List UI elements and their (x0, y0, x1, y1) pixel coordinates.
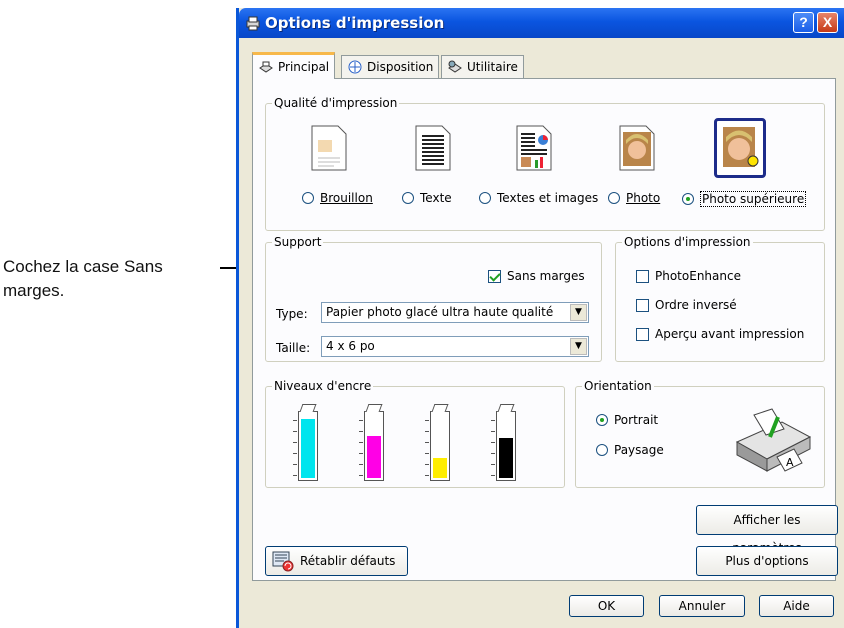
draft-label: Brouillon (320, 191, 373, 205)
landscape-label: Paysage (614, 443, 664, 457)
help-button[interactable]: Aide (759, 595, 834, 617)
ok-button[interactable]: OK (569, 595, 644, 617)
quality-option-text[interactable]: Texte (402, 191, 452, 205)
text-radio[interactable] (402, 192, 414, 204)
more-options-button[interactable]: Plus d'options (696, 546, 838, 576)
borderless-label: Sans marges (507, 269, 585, 283)
photo-radio[interactable] (608, 192, 620, 204)
orientation-group: Orientation Portrait Paysage A (575, 379, 825, 488)
reset-defaults-button[interactable]: Rétablir défauts (265, 546, 408, 576)
print-options-group: Options d'impression PhotoEnhance Ordre … (615, 235, 825, 362)
cancel-button[interactable]: Annuler (659, 595, 745, 617)
tab-label: Principal (278, 60, 330, 74)
type-label: Type: (276, 307, 308, 321)
portrait-option[interactable]: Portrait (596, 413, 658, 427)
print-preview-label: Aperçu avant impression (655, 327, 805, 341)
reverse-order-label: Ordre inversé (655, 298, 737, 312)
utility-tab-icon (448, 60, 462, 73)
reverse-order-checkbox[interactable] (636, 298, 649, 312)
print-options-dialog: Options d'impression ? X Principal Dispo… (236, 8, 844, 628)
print-preview-checkbox[interactable] (636, 327, 649, 341)
tab-utilitaire[interactable]: Utilitaire (441, 55, 524, 78)
landscape-option[interactable]: Paysage (596, 443, 664, 457)
text-quality-icon (415, 125, 451, 171)
support-group: Support Sans marges Type: Papier photo g… (265, 235, 602, 362)
photo-superior-radio[interactable] (682, 193, 694, 205)
photoenhance-checkbox[interactable] (636, 269, 649, 283)
photo-icon (619, 125, 655, 171)
printer-tab-icon (259, 61, 273, 73)
tab-label: Disposition (367, 60, 434, 74)
support-group-label: Support (272, 235, 324, 249)
svg-text:A: A (786, 456, 794, 469)
callout-text: Cochez la case Sans marges. (3, 257, 163, 300)
reset-icon (272, 551, 294, 572)
printer-orientation-icon: A (735, 408, 812, 472)
text-images-radio[interactable] (479, 192, 491, 204)
photo-label: Photo (626, 191, 661, 205)
quality-option-photo[interactable]: Photo (608, 191, 660, 205)
orientation-group-label: Orientation (582, 379, 654, 393)
photoenhance-row[interactable]: PhotoEnhance (636, 269, 741, 283)
paper-type-select[interactable]: Papier photo glacé ultra haute qualité ▼ (321, 302, 589, 323)
photo-superior-icon (714, 118, 766, 178)
borderless-checkbox-row[interactable]: Sans marges (488, 269, 585, 283)
ink-cartridge-black (491, 404, 516, 481)
reverse-order-row[interactable]: Ordre inversé (636, 298, 737, 312)
printer-icon (246, 16, 260, 31)
text-label: Texte (420, 191, 452, 205)
photo-superior-label: Photo supérieure (700, 191, 807, 207)
reset-defaults-label: Rétablir défauts (300, 554, 396, 568)
print-options-group-label: Options d'impression (622, 235, 753, 249)
principal-panel: Qualité d'impression Brouillon Texte Tex… (252, 78, 838, 581)
paper-size-value: 4 x 6 po (326, 339, 375, 353)
photoenhance-label: PhotoEnhance (655, 269, 741, 283)
text-images-label: Textes et images (497, 191, 599, 205)
draft-icon (311, 125, 347, 171)
title-bar[interactable]: Options d'impression ? X (239, 8, 844, 38)
help-title-button[interactable]: ? (793, 12, 814, 33)
ink-levels-group-label: Niveaux d'encre (272, 379, 374, 393)
layout-tab-icon (348, 60, 362, 74)
portrait-label: Portrait (614, 413, 659, 427)
ink-cartridge-yellow (425, 404, 450, 481)
text-images-icon (516, 125, 552, 171)
ink-cartridge-cyan (293, 404, 318, 481)
photo-superior-image (723, 127, 759, 167)
quality-group: Qualité d'impression Brouillon Texte Tex… (265, 96, 825, 231)
quality-option-draft[interactable]: Brouillon (302, 191, 373, 205)
draft-radio[interactable] (302, 192, 314, 204)
ink-cartridge-magenta (359, 404, 384, 481)
paper-type-value: Papier photo glacé ultra haute qualité (326, 305, 554, 319)
print-preview-row[interactable]: Aperçu avant impression (636, 327, 804, 341)
tab-disposition[interactable]: Disposition (341, 55, 440, 78)
tab-label: Utilitaire (467, 60, 518, 74)
chevron-down-icon[interactable]: ▼ (570, 304, 587, 321)
portrait-radio[interactable] (596, 414, 608, 426)
close-button[interactable]: X (817, 12, 838, 33)
quality-option-photo-superior[interactable]: Photo supérieure (682, 191, 807, 207)
tab-principal[interactable]: Principal (252, 52, 336, 79)
chevron-down-icon[interactable]: ▼ (570, 338, 587, 355)
show-settings-button[interactable]: Afficher les paramètres (696, 505, 838, 555)
borderless-checkbox[interactable] (488, 269, 501, 283)
quality-option-text-images[interactable]: Textes et images (479, 191, 598, 205)
paper-size-select[interactable]: 4 x 6 po ▼ (321, 336, 589, 357)
size-label: Taille: (276, 341, 311, 355)
landscape-radio[interactable] (596, 444, 608, 456)
quality-group-label: Qualité d'impression (272, 96, 400, 110)
window-title: Options d'impression (265, 14, 445, 32)
ink-levels-group: Niveaux d'encre (265, 379, 565, 488)
